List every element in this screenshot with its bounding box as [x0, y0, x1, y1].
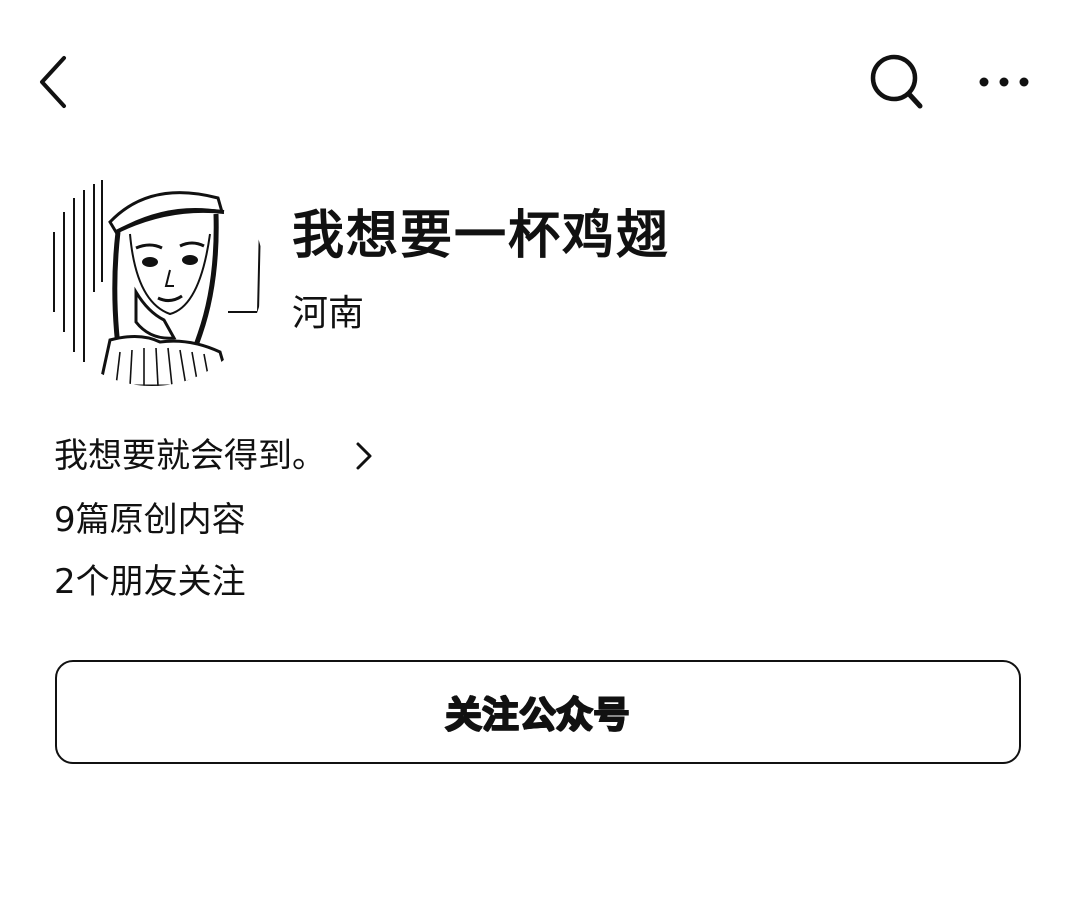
chevron-left-icon [40, 56, 66, 108]
avatar[interactable] [40, 162, 264, 386]
search-button[interactable] [862, 50, 932, 116]
friends-following-count[interactable]: 2个朋友关注 [54, 558, 246, 606]
more-button[interactable] [972, 60, 1036, 104]
follow-button-label: 关注公众号 [444, 694, 631, 737]
bio-row[interactable]: 我想要就会得到。 [54, 430, 378, 482]
back-button[interactable] [28, 50, 84, 114]
more-dots-icon [979, 77, 1029, 87]
search-icon [870, 54, 923, 109]
avatar-image [40, 162, 264, 386]
original-articles-count[interactable]: 9篇原创内容 [54, 496, 246, 544]
bio-text: 我想要就会得到。 [54, 436, 326, 476]
chevron-right-icon [356, 442, 372, 470]
profile-name: 我想要一杯鸡翅 [292, 206, 671, 266]
profile-location: 河南 [292, 293, 365, 334]
follow-account-button[interactable]: 关注公众号 [55, 660, 1021, 764]
